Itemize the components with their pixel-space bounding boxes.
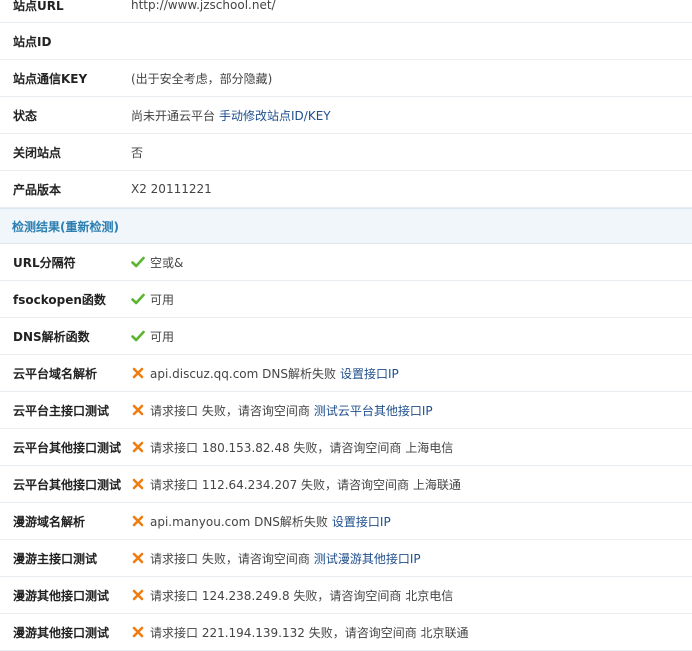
row-value: (出于安全考虑，部分隐藏) <box>131 71 273 86</box>
row-value: 空或& <box>150 255 184 270</box>
check-row-cloud-other-api-1: 云平台其他接口测试 请求接口 180.153.82.48 失败，请咨询空间商 上… <box>0 429 692 466</box>
check-row-manyou-other-api-2: 漫游其他接口测试 请求接口 221.194.139.132 失败，请咨询空间商 … <box>0 614 692 651</box>
check-row-cloud-main-api: 云平台主接口测试 请求接口 失败，请咨询空间商 测试云平台其他接口IP <box>0 392 692 429</box>
row-value: 可用 <box>150 329 175 344</box>
row-label: 关闭站点 <box>13 145 62 160</box>
test-cloud-other-ip-link[interactable]: 测试云平台其他接口IP <box>314 402 433 419</box>
info-row-site-id: 站点ID <box>0 23 692 60</box>
row-label: fsockopen函数 <box>13 292 106 307</box>
cross-icon <box>131 477 145 491</box>
check-row-cloud-dns: 云平台域名解析 api.discuz.qq.com DNS解析失败 设置接口IP <box>0 355 692 392</box>
row-label: 站点通信KEY <box>13 71 88 86</box>
row-label: 站点URL <box>13 0 64 13</box>
edit-site-id-key-link[interactable]: 手动修改站点ID/KEY <box>219 107 331 124</box>
check-row-manyou-dns: 漫游域名解析 api.manyou.com DNS解析失败 设置接口IP <box>0 503 692 540</box>
row-value: 请求接口 112.64.234.207 失败，请咨询空间商 上海联通 <box>150 477 461 492</box>
check-icon <box>131 329 145 343</box>
cross-icon <box>131 514 145 528</box>
info-row-version: 产品版本 X2 20111221 <box>0 171 692 208</box>
check-results-header[interactable]: 检测结果(重新检测) <box>0 208 692 244</box>
cross-icon <box>131 440 145 454</box>
row-value: 请求接口 124.238.249.8 失败，请咨询空间商 北京电信 <box>150 588 454 603</box>
check-row-manyou-other-api-1: 漫游其他接口测试 请求接口 124.238.249.8 失败，请咨询空间商 北京… <box>0 577 692 614</box>
info-row-close-site: 关闭站点 否 <box>0 134 692 171</box>
cross-icon <box>131 625 145 639</box>
row-value: X2 20111221 <box>131 182 212 196</box>
row-label: 云平台域名解析 <box>13 366 98 381</box>
check-row-fsockopen: fsockopen函数 可用 <box>0 281 692 318</box>
row-label: DNS解析函数 <box>13 329 90 344</box>
info-row-status: 状态 尚未开通云平台 手动修改站点ID/KEY <box>0 97 692 134</box>
row-value: 请求接口 180.153.82.48 失败，请咨询空间商 上海电信 <box>150 440 454 455</box>
row-label: 云平台其他接口测试 <box>13 477 122 492</box>
row-label: 漫游其他接口测试 <box>13 625 110 640</box>
info-row-site-key: 站点通信KEY (出于安全考虑，部分隐藏) <box>0 60 692 97</box>
set-interface-ip-link[interactable]: 设置接口IP <box>332 513 391 530</box>
row-label: 云平台其他接口测试 <box>13 440 122 455</box>
row-label: 站点ID <box>13 34 52 49</box>
row-value: api.discuz.qq.com DNS解析失败 <box>150 366 336 381</box>
row-value: 请求接口 失败，请咨询空间商 <box>150 551 310 566</box>
row-label: 漫游域名解析 <box>13 514 86 529</box>
check-icon <box>131 292 145 306</box>
row-label: URL分隔符 <box>13 255 76 270</box>
cross-icon <box>131 366 145 380</box>
section-title[interactable]: 检测结果(重新检测) <box>12 218 119 235</box>
row-label: 产品版本 <box>13 182 62 197</box>
check-row-dns-function: DNS解析函数 可用 <box>0 318 692 355</box>
test-manyou-other-ip-link[interactable]: 测试漫游其他接口IP <box>314 550 421 567</box>
set-interface-ip-link[interactable]: 设置接口IP <box>340 365 399 382</box>
check-icon <box>131 255 145 269</box>
cross-icon <box>131 588 145 602</box>
row-value: 请求接口 失败，请咨询空间商 <box>150 403 310 418</box>
row-value: 请求接口 221.194.139.132 失败，请咨询空间商 北京联通 <box>150 625 469 640</box>
row-label: 云平台主接口测试 <box>13 403 110 418</box>
cross-icon <box>131 403 145 417</box>
row-value: 尚未开通云平台 <box>131 108 216 123</box>
row-value: 否 <box>131 145 144 160</box>
row-value: http://www.jzschool.net/ <box>131 0 276 12</box>
info-row-site-url: 站点URL http://www.jzschool.net/ <box>0 0 692 23</box>
check-row-manyou-main-api: 漫游主接口测试 请求接口 失败，请咨询空间商 测试漫游其他接口IP <box>0 540 692 577</box>
check-row-cloud-other-api-2: 云平台其他接口测试 请求接口 112.64.234.207 失败，请咨询空间商 … <box>0 466 692 503</box>
row-label: 状态 <box>13 108 38 123</box>
check-row-url-separator: URL分隔符 空或& <box>0 244 692 281</box>
row-value: 可用 <box>150 292 175 307</box>
row-label: 漫游主接口测试 <box>13 551 98 566</box>
row-value: api.manyou.com DNS解析失败 <box>150 514 328 529</box>
diagnostics-table: 站点URL http://www.jzschool.net/ 站点ID 站点通信… <box>0 0 692 651</box>
cross-icon <box>131 551 145 565</box>
row-label: 漫游其他接口测试 <box>13 588 110 603</box>
